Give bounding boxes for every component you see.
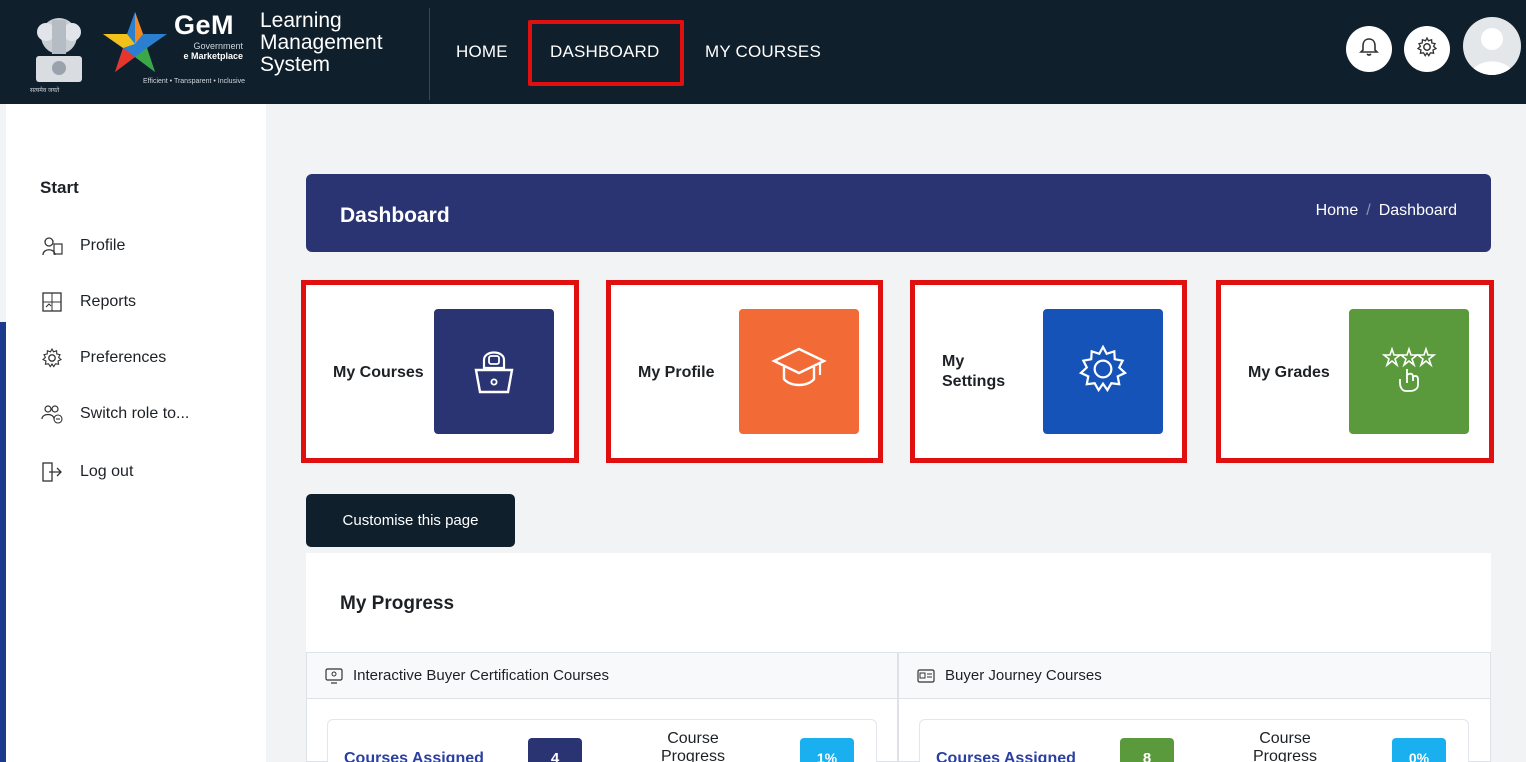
settings-button[interactable] [1404, 26, 1450, 72]
tile-icon-box [739, 309, 859, 434]
tile-label: My Grades [1248, 364, 1330, 381]
courses-assigned-count: 4 [528, 738, 582, 762]
highlight-box-dashboard [528, 20, 684, 86]
tile-icon-box [1043, 309, 1163, 434]
breadcrumb-separator: / [1366, 202, 1371, 219]
progress-panel-interactive-buyer: Interactive Buyer Certification Courses … [306, 652, 898, 762]
courses-assigned-count: 8 [1120, 738, 1174, 762]
switch-role-icon [40, 402, 64, 426]
tile-label: My Profile [638, 364, 715, 381]
panel-heading: Buyer Journey Courses [899, 653, 1490, 699]
sidebar-item-reports[interactable]: Reports [40, 290, 136, 314]
notifications-button[interactable] [1346, 26, 1392, 72]
panel-heading-text: Buyer Journey Courses [945, 667, 1102, 684]
tile-label: My Settings [942, 353, 1006, 390]
customise-page-button[interactable]: Customise this page [306, 494, 515, 547]
sidebar-item-label: Reports [80, 293, 137, 310]
course-progress-label: Course Progress [660, 730, 726, 762]
course-stat-card: Courses Assigned 4 Course Progress 1% [327, 719, 877, 762]
panel-heading: Interactive Buyer Certification Courses [307, 653, 897, 699]
top-navbar: सत्यमेव जयते GeM Government e Marketplac… [0, 0, 1526, 104]
course-progress-label: Course Progress [1252, 730, 1318, 762]
stars-hand-icon [1380, 345, 1438, 398]
gear-icon [1076, 342, 1130, 401]
gem-brand-word: GeM [174, 10, 235, 40]
profile-icon [40, 234, 64, 258]
gem-brand-sub2: e Marketplace [183, 51, 243, 61]
sidebar-item-label: Preferences [80, 349, 167, 366]
course-progress-badge: 0% [1392, 738, 1446, 762]
sidebar-item-label: Log out [80, 463, 134, 480]
progress-panel-buyer-journey: Buyer Journey Courses Courses Assigned 8… [898, 652, 1491, 762]
progress-title: My Progress [340, 593, 455, 614]
page-title: Dashboard [340, 204, 450, 227]
national-emblem-logo [30, 10, 88, 94]
reports-icon [40, 290, 64, 314]
my-progress-card: My Progress Interactive Buyer Certificat… [306, 553, 1491, 762]
courses-assigned-label[interactable]: Courses Assigned [936, 750, 1076, 762]
tile-my-profile[interactable]: My Profile [606, 280, 883, 463]
sidebar-item-profile[interactable]: Profile [40, 234, 125, 258]
monitor-user-icon [325, 667, 343, 685]
courses-assigned-label[interactable]: Courses Assigned [344, 750, 484, 762]
tile-my-grades[interactable]: My Grades [1216, 280, 1494, 463]
nav-divider [429, 8, 430, 100]
emblem-caption: सत्यमेव जयते [30, 88, 60, 94]
graduation-cap-icon [770, 345, 828, 398]
gear-icon [1416, 36, 1438, 63]
bell-icon [1358, 36, 1380, 63]
panel-heading-text: Interactive Buyer Certification Courses [353, 667, 609, 684]
tile-label: My Courses [333, 364, 424, 381]
tile-icon-box [434, 309, 554, 434]
breadcrumb-home-link[interactable]: Home [1316, 202, 1359, 220]
course-stat-card: Courses Assigned 8 Course Progress 0% [919, 719, 1469, 762]
video-card-icon [917, 667, 935, 685]
gem-tagline: Efficient • Transparent • Inclusive [142, 78, 245, 85]
breadcrumb-current: Dashboard [1378, 202, 1457, 219]
sidebar-item-switch-role[interactable]: Switch role to... [40, 402, 189, 426]
user-avatar[interactable] [1463, 17, 1521, 75]
gear-icon [40, 346, 64, 370]
sidebar-item-label: Profile [80, 237, 126, 254]
breadcrumb: Home / Dashboard [1316, 202, 1457, 220]
sidebar-item-preferences[interactable]: Preferences [40, 346, 166, 370]
lms-title: Learning Management System [260, 9, 383, 76]
laptop-user-icon [470, 342, 518, 401]
tile-my-settings[interactable]: My Settings [910, 280, 1187, 463]
tile-icon-box [1349, 309, 1469, 434]
tile-my-courses[interactable]: My Courses [301, 280, 579, 463]
dashboard-banner: Dashboard Home / Dashboard [306, 174, 1491, 252]
logout-icon [40, 460, 64, 484]
nav-my-courses-link[interactable]: MY COURSES [705, 42, 821, 62]
gem-logo[interactable]: GeM Government e Marketplace Efficient •… [95, 8, 245, 96]
course-progress-badge: 1% [800, 738, 854, 762]
sidebar-item-label: Switch role to... [80, 405, 190, 422]
sidebar-section-start: Start [40, 178, 79, 197]
sidebar: Start Profile Reports Preferences Switch… [6, 104, 266, 762]
gem-brand-sub1: Government [193, 41, 243, 51]
nav-home-link[interactable]: HOME [456, 42, 508, 62]
sidebar-item-logout[interactable]: Log out [40, 460, 133, 484]
